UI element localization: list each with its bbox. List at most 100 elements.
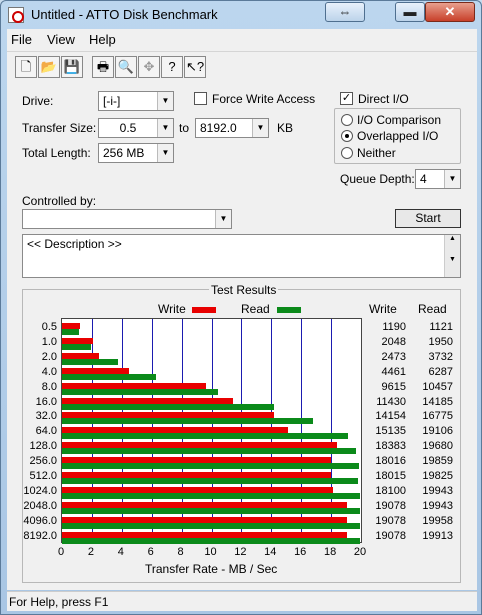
transfer-to-select[interactable]: 8192.0 ▼ <box>195 118 269 138</box>
maximize-button[interactable]: ⇔ <box>325 2 365 22</box>
category-label: 128.0 <box>29 440 57 453</box>
main-panel: Drive: [-i-] ▼ Force Write Access ✓ Dire… <box>7 83 477 590</box>
category-label: 1.0 <box>41 335 57 348</box>
test-results-group: Test Results Write Read Write Read 0.5 1.… <box>22 283 461 583</box>
description-box[interactable]: << Description >> ▲ ▼ <box>22 234 461 278</box>
category-label: 2048.0 <box>23 499 57 512</box>
menu-view[interactable]: View <box>47 32 75 47</box>
write-value: 9615 <box>381 380 406 393</box>
write-value: 19078 <box>375 499 406 512</box>
chevron-down-icon[interactable]: ▼ <box>215 210 231 228</box>
transfer-from-value: 0.5 <box>119 121 137 135</box>
read-bar <box>62 403 275 410</box>
print-icon[interactable]: 🖶 <box>92 56 114 78</box>
drive-label: Drive: <box>22 94 54 108</box>
x-tick-label: 14 <box>264 546 277 558</box>
read-value: 19106 <box>422 425 453 438</box>
chevron-down-icon[interactable]: ▼ <box>157 92 173 110</box>
help-icon[interactable]: ? <box>161 56 183 78</box>
category-label: 2.0 <box>41 350 57 363</box>
category-label: 4096.0 <box>23 514 57 527</box>
chevron-down-icon[interactable]: ▼ <box>157 144 173 162</box>
description-text: << Description >> <box>27 237 122 251</box>
save-icon[interactable]: 💾 <box>61 56 83 78</box>
write-value: 11430 <box>376 395 406 408</box>
move-icon[interactable]: ✥ <box>138 56 160 78</box>
read-bar <box>62 522 361 529</box>
read-bar <box>62 433 348 440</box>
write-value: 14154 <box>375 410 406 423</box>
read-value: 19680 <box>422 440 453 453</box>
write-value: 19078 <box>375 529 406 542</box>
write-value: 15135 <box>375 425 406 438</box>
chevron-down-icon[interactable]: ▼ <box>252 119 268 137</box>
context-help-icon[interactable]: ↖? <box>184 56 206 78</box>
category-label: 32.0 <box>35 410 57 423</box>
force-write-checkbox[interactable] <box>194 92 207 105</box>
read-value: 19943 <box>422 484 453 497</box>
read-bar <box>62 418 313 425</box>
read-bar <box>62 492 361 499</box>
x-tick-label: 20 <box>353 546 367 558</box>
x-tick-label: 4 <box>117 546 124 558</box>
write-value: 18016 <box>375 455 406 468</box>
kb-label: KB <box>277 121 294 135</box>
start-button[interactable]: Start <box>395 209 461 228</box>
title-bar[interactable]: Untitled - ATTO Disk Benchmark ⇔ ▬ ✕ <box>1 1 481 29</box>
read-bar <box>62 463 359 470</box>
transfer-size-label: Transfer Size: <box>22 121 97 135</box>
queue-depth-label: Queue Depth: <box>340 172 415 186</box>
transfer-from-select[interactable]: 0.5 ▼ <box>98 118 174 138</box>
minimize-button[interactable]: ▬ <box>395 2 425 22</box>
status-bar: For Help, press F1 <box>7 591 477 611</box>
read-bar <box>62 478 359 484</box>
new-icon[interactable]: 🗋 <box>15 56 37 78</box>
chevron-down-icon[interactable]: ▼ <box>157 119 173 137</box>
read-value: 19913 <box>422 529 453 542</box>
overlapped-io-label: Overlapped I/O <box>357 129 439 143</box>
overlapped-io-radio[interactable] <box>341 130 353 142</box>
read-bar <box>62 343 92 350</box>
app-icon[interactable] <box>8 7 24 23</box>
drive-select[interactable]: [-i-] ▼ <box>98 91 174 111</box>
to-label: to <box>179 121 190 135</box>
queue-depth-value: 4 <box>420 172 427 186</box>
read-value: 16775 <box>422 410 453 423</box>
read-value: 3732 <box>428 350 453 363</box>
category-label: 16.0 <box>35 395 57 408</box>
direct-io-checkbox[interactable]: ✓ <box>340 92 353 105</box>
read-value: 10457 <box>422 380 453 393</box>
x-tick-label: 0 <box>57 546 65 558</box>
force-write-label: Force Write Access <box>212 92 316 106</box>
read-value: 14185 <box>422 395 453 408</box>
close-button[interactable]: ✕ <box>425 2 475 22</box>
total-length-value: 256 MB <box>103 146 145 160</box>
write-value: 1190 <box>382 321 406 333</box>
results-title: Test Results <box>209 283 279 297</box>
menu-help[interactable]: Help <box>89 32 116 47</box>
open-icon[interactable]: 📂 <box>38 56 60 78</box>
read-bar <box>62 507 361 514</box>
description-scrollbar[interactable]: ▲ ▼ <box>444 235 460 277</box>
neither-radio[interactable] <box>341 147 353 159</box>
transfer-to-value: 8192.0 <box>200 121 237 135</box>
menu-bar: File View Help <box>7 29 477 51</box>
io-comparison-radio[interactable] <box>341 114 353 126</box>
chevron-down-icon[interactable]: ▼ <box>444 170 460 188</box>
menu-file[interactable]: File <box>11 32 32 47</box>
read-value: 19958 <box>422 514 453 527</box>
chart-plot-area <box>61 318 362 544</box>
read-column-header: Read <box>418 302 447 316</box>
drive-value: [-i-] <box>103 94 121 108</box>
total-length-label: Total Length: <box>22 146 91 160</box>
category-label: 256.0 <box>29 455 57 468</box>
category-label: 1024.0 <box>23 484 57 497</box>
print-preview-icon[interactable]: 🔍 <box>115 56 137 78</box>
x-axis-label: Transfer Rate - MB / Sec <box>145 562 278 576</box>
neither-label: Neither <box>357 146 396 160</box>
total-length-select[interactable]: 256 MB ▼ <box>98 143 174 163</box>
queue-depth-select[interactable]: 4 ▼ <box>415 169 461 189</box>
category-label: 512.0 <box>29 470 57 482</box>
controlled-by-select[interactable]: ▼ <box>22 209 232 229</box>
controlled-by-label: Controlled by: <box>22 194 97 208</box>
